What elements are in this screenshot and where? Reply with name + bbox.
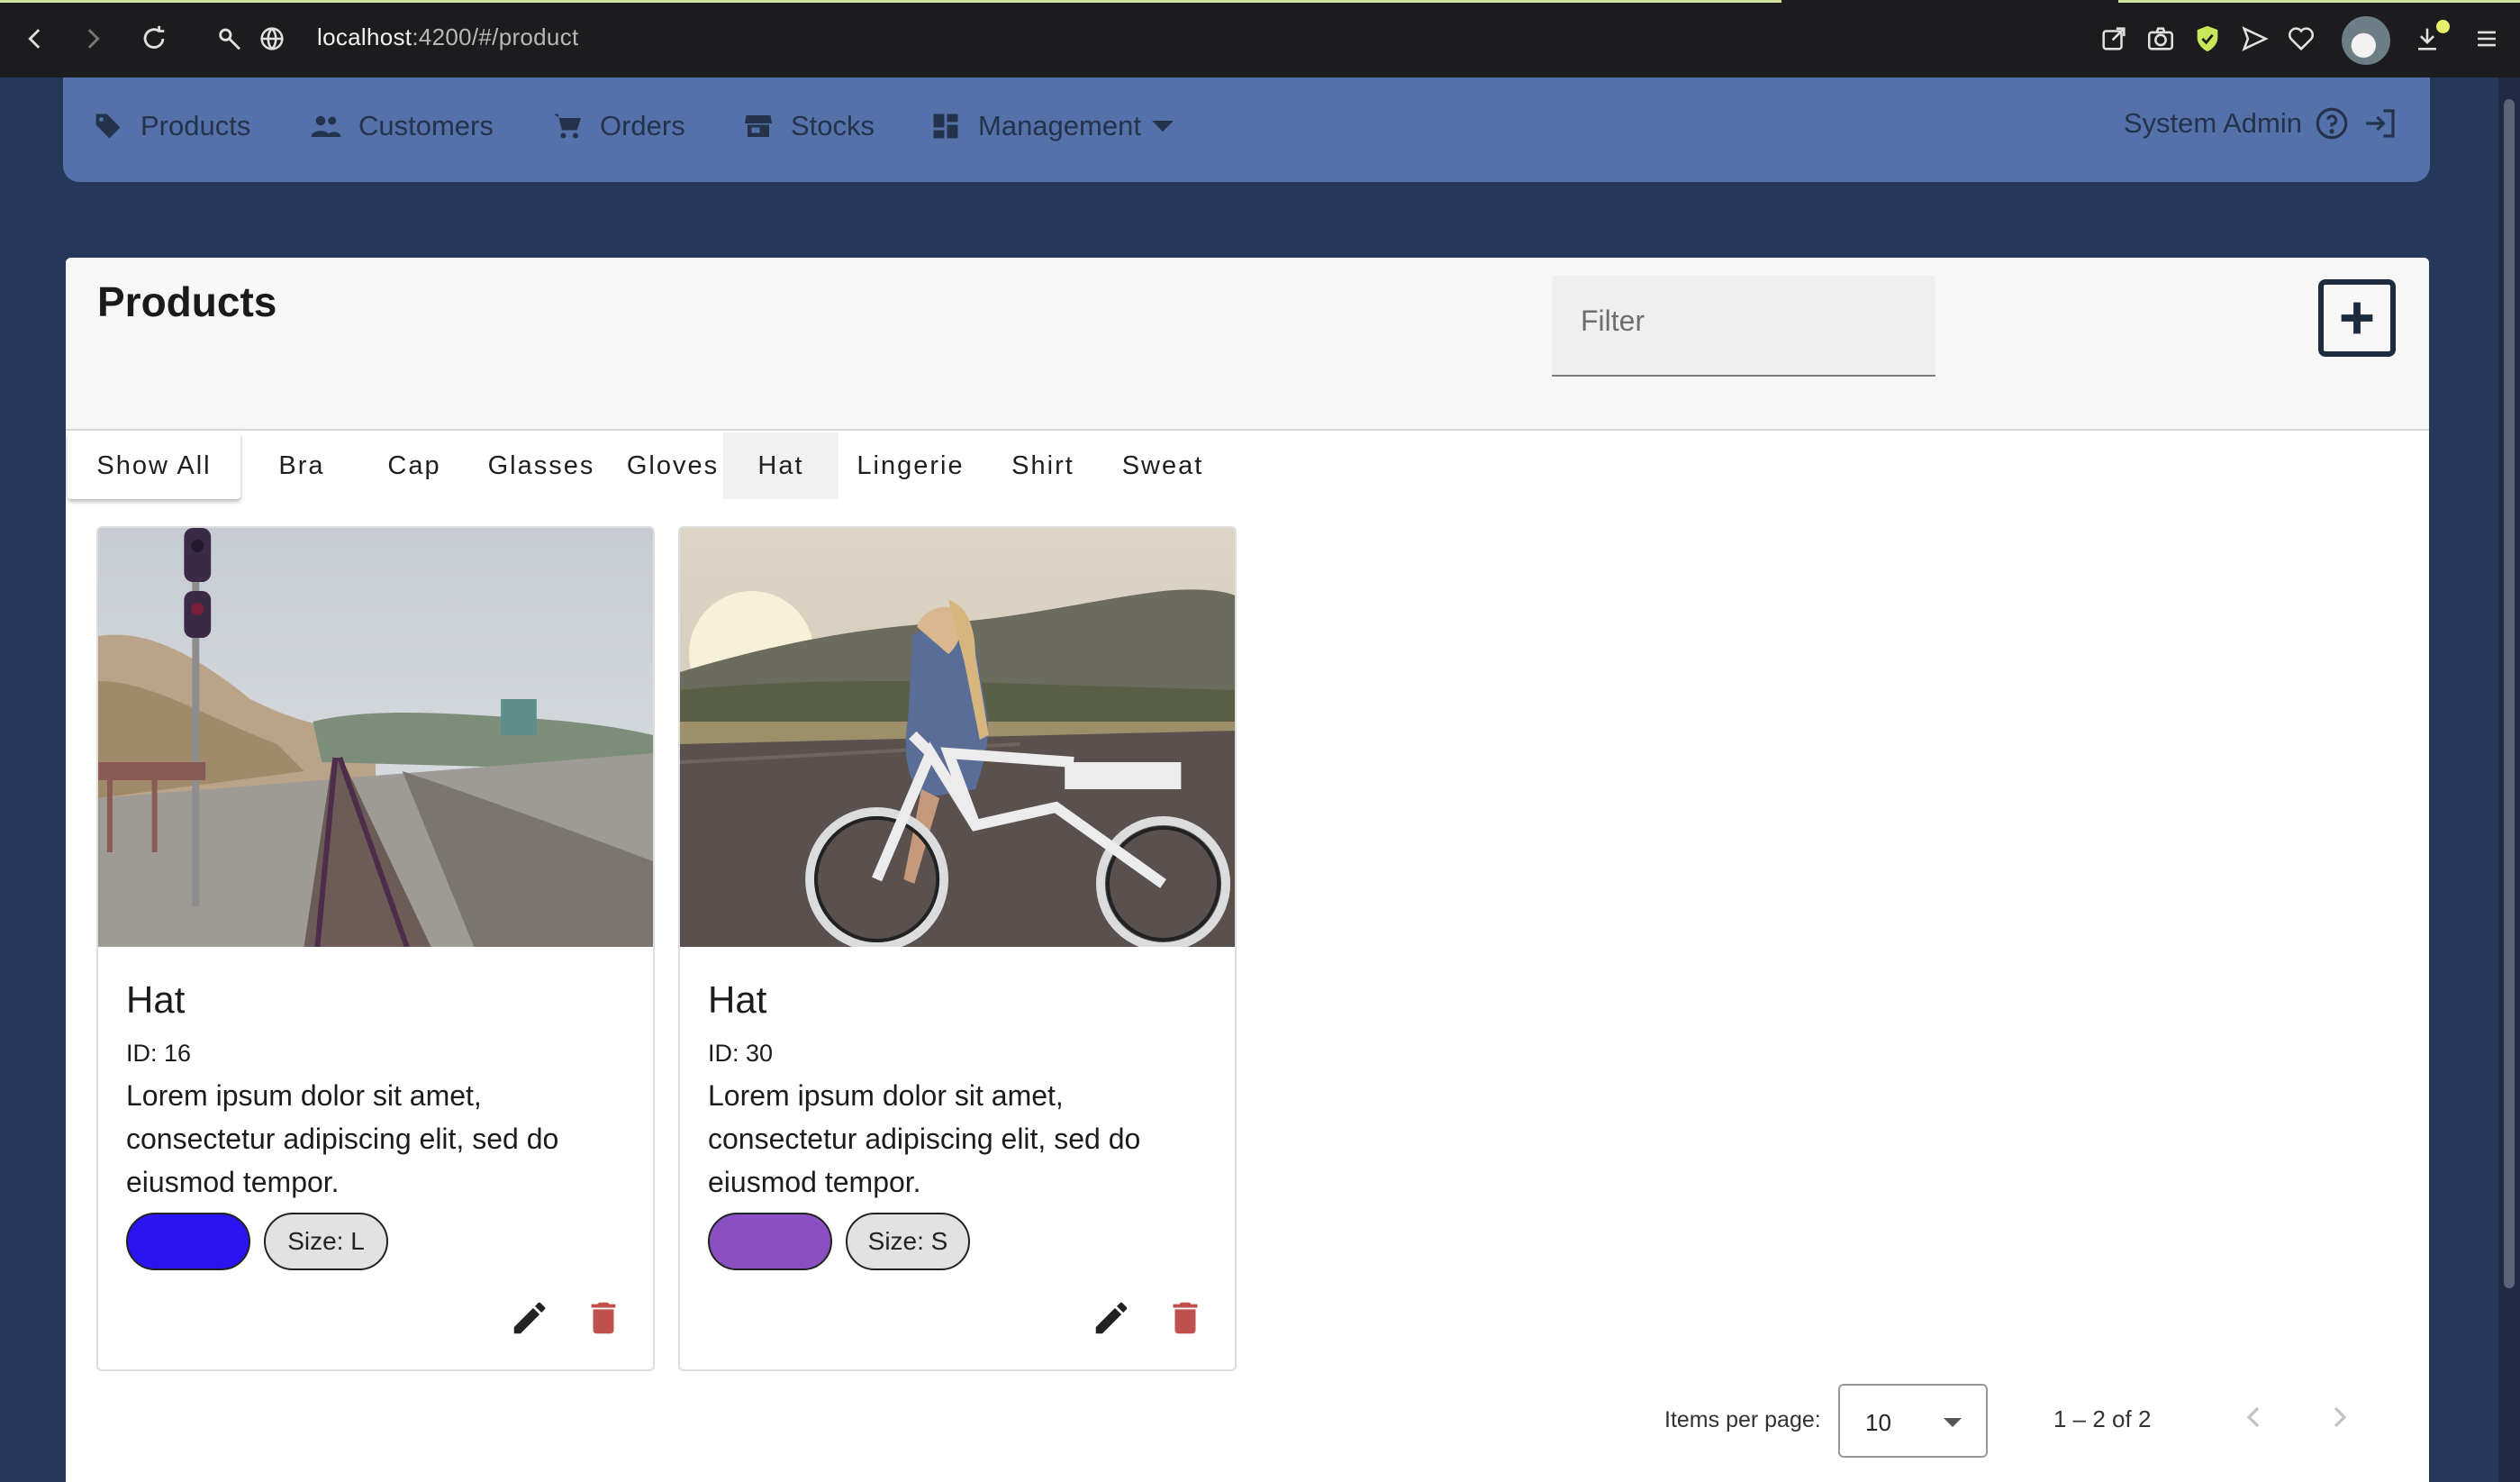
scrollbar-thumb[interactable]: [2504, 99, 2515, 1288]
railway-coast-photo: [98, 528, 653, 947]
camera-icon[interactable]: [2142, 20, 2180, 58]
heart-icon[interactable]: [2282, 20, 2320, 58]
user-name: System Admin: [2123, 107, 2302, 139]
filter-field[interactable]: [1552, 276, 1935, 377]
user-area: System Admin: [2124, 105, 2399, 142]
address-bar[interactable]: localhost:4200/#/product: [317, 23, 579, 51]
nav-stocks[interactable]: Stocks: [742, 105, 875, 148]
globe-icon: [256, 20, 288, 58]
forward-icon[interactable]: [74, 20, 112, 58]
nav-management-label: Management: [978, 110, 1141, 141]
people-icon: [311, 115, 341, 137]
page-size-value: 10: [1865, 1409, 1891, 1436]
help-icon[interactable]: [2313, 105, 2351, 142]
tab-lingerie[interactable]: Lingerie: [848, 432, 974, 499]
product-card: Hat ID: 16 Lorem ipsum dolor sit amet, c…: [96, 526, 655, 1371]
product-name: Hat: [126, 978, 186, 1021]
cart-icon: [554, 114, 581, 139]
chevron-left-icon: [2246, 1406, 2260, 1428]
share-icon[interactable]: [2095, 20, 2133, 58]
tab-cap[interactable]: Cap: [365, 432, 464, 499]
browser-toolbar: localhost:4200/#/product: [0, 0, 2520, 77]
chevron-right-icon: [2334, 1406, 2347, 1428]
tab-show-all[interactable]: Show All: [68, 432, 240, 499]
nav-stocks-label: Stocks: [791, 110, 875, 141]
url-host: localhost: [317, 23, 412, 50]
nav-orders-label: Orders: [600, 110, 685, 141]
delete-button[interactable]: [581, 1296, 626, 1341]
menu-icon[interactable]: [2468, 20, 2506, 58]
page-title: Products: [97, 278, 277, 325]
site-info-icon[interactable]: [214, 20, 247, 58]
product-card: Hat ID: 30 Lorem ipsum dolor sit amet, c…: [678, 526, 1237, 1371]
tab-shirt[interactable]: Shirt: [993, 432, 1092, 499]
dropdown-arrow-icon: [1944, 1418, 1962, 1427]
size-chip: Size: L: [264, 1213, 388, 1270]
color-chip: [126, 1213, 250, 1270]
size-chip: Size: S: [846, 1213, 970, 1270]
page-range-label: 1 – 2 of 2: [2053, 1405, 2152, 1432]
product-description: Lorem ipsum dolor sit amet, consectetur …: [708, 1079, 1141, 1198]
url-path: :4200/#/product: [412, 23, 579, 50]
card-header: Products: [66, 258, 2429, 431]
logout-icon[interactable]: [2361, 105, 2399, 142]
dashboard-icon: [933, 114, 958, 139]
product-id: ID: 30: [708, 1040, 774, 1067]
pencil-icon: [1095, 1302, 1128, 1334]
add-product-button[interactable]: [2318, 279, 2396, 357]
tag-icon: [95, 114, 121, 139]
loading-bar: [0, 0, 1781, 3]
tab-hat[interactable]: Hat: [723, 432, 838, 499]
page-size-select[interactable]: 10: [1838, 1384, 1988, 1458]
app-toolbar: Products Customers Orders Stocks Managem…: [63, 77, 2430, 182]
back-icon[interactable]: [16, 20, 54, 58]
nav-customers[interactable]: Customers: [310, 105, 494, 148]
woman-bicycle-photo: [680, 528, 1235, 947]
pencil-icon: [513, 1302, 546, 1334]
next-page-button[interactable]: [2317, 1395, 2362, 1440]
trash-icon: [591, 1302, 616, 1334]
nav-orders[interactable]: Orders: [551, 105, 685, 148]
product-id: ID: 16: [126, 1040, 192, 1067]
tab-gloves[interactable]: Gloves: [610, 432, 736, 499]
tab-glasses[interactable]: Glasses: [478, 432, 604, 499]
filter-input[interactable]: [1581, 305, 1905, 338]
caret-down-icon: [1151, 121, 1174, 132]
tab-sweat[interactable]: Sweat: [1107, 432, 1219, 499]
nav-management[interactable]: Management: [929, 105, 1179, 148]
shield-icon[interactable]: [2189, 20, 2226, 58]
delete-button[interactable]: [1163, 1296, 1208, 1341]
product-name: Hat: [708, 978, 767, 1021]
category-tabs: Show All Bra Cap Glasses Gloves Hat Ling…: [66, 432, 2429, 499]
product-description: Lorem ipsum dolor sit amet, consectetur …: [126, 1079, 559, 1198]
send-icon[interactable]: [2235, 20, 2273, 58]
nav-products[interactable]: Products: [92, 105, 250, 148]
edit-button[interactable]: [1089, 1296, 1134, 1341]
nav-products-label: Products: [141, 110, 251, 141]
edit-button[interactable]: [507, 1296, 552, 1341]
store-icon: [745, 115, 772, 137]
previous-page-button[interactable]: [2231, 1395, 2276, 1440]
nav-customers-label: Customers: [358, 110, 494, 141]
trash-icon: [1173, 1302, 1198, 1334]
products-card: Products Show All Bra Cap Glasses Gloves…: [66, 258, 2429, 1482]
profile-avatar[interactable]: [2342, 16, 2390, 65]
items-per-page-label: Items per page:: [1664, 1407, 1821, 1432]
loading-bar-secondary: [2118, 0, 2520, 3]
tab-bra[interactable]: Bra: [251, 432, 352, 499]
download-badge: [2436, 20, 2450, 33]
color-chip: [708, 1213, 832, 1270]
plus-icon: [2341, 302, 2373, 334]
reload-icon[interactable]: [135, 20, 173, 58]
